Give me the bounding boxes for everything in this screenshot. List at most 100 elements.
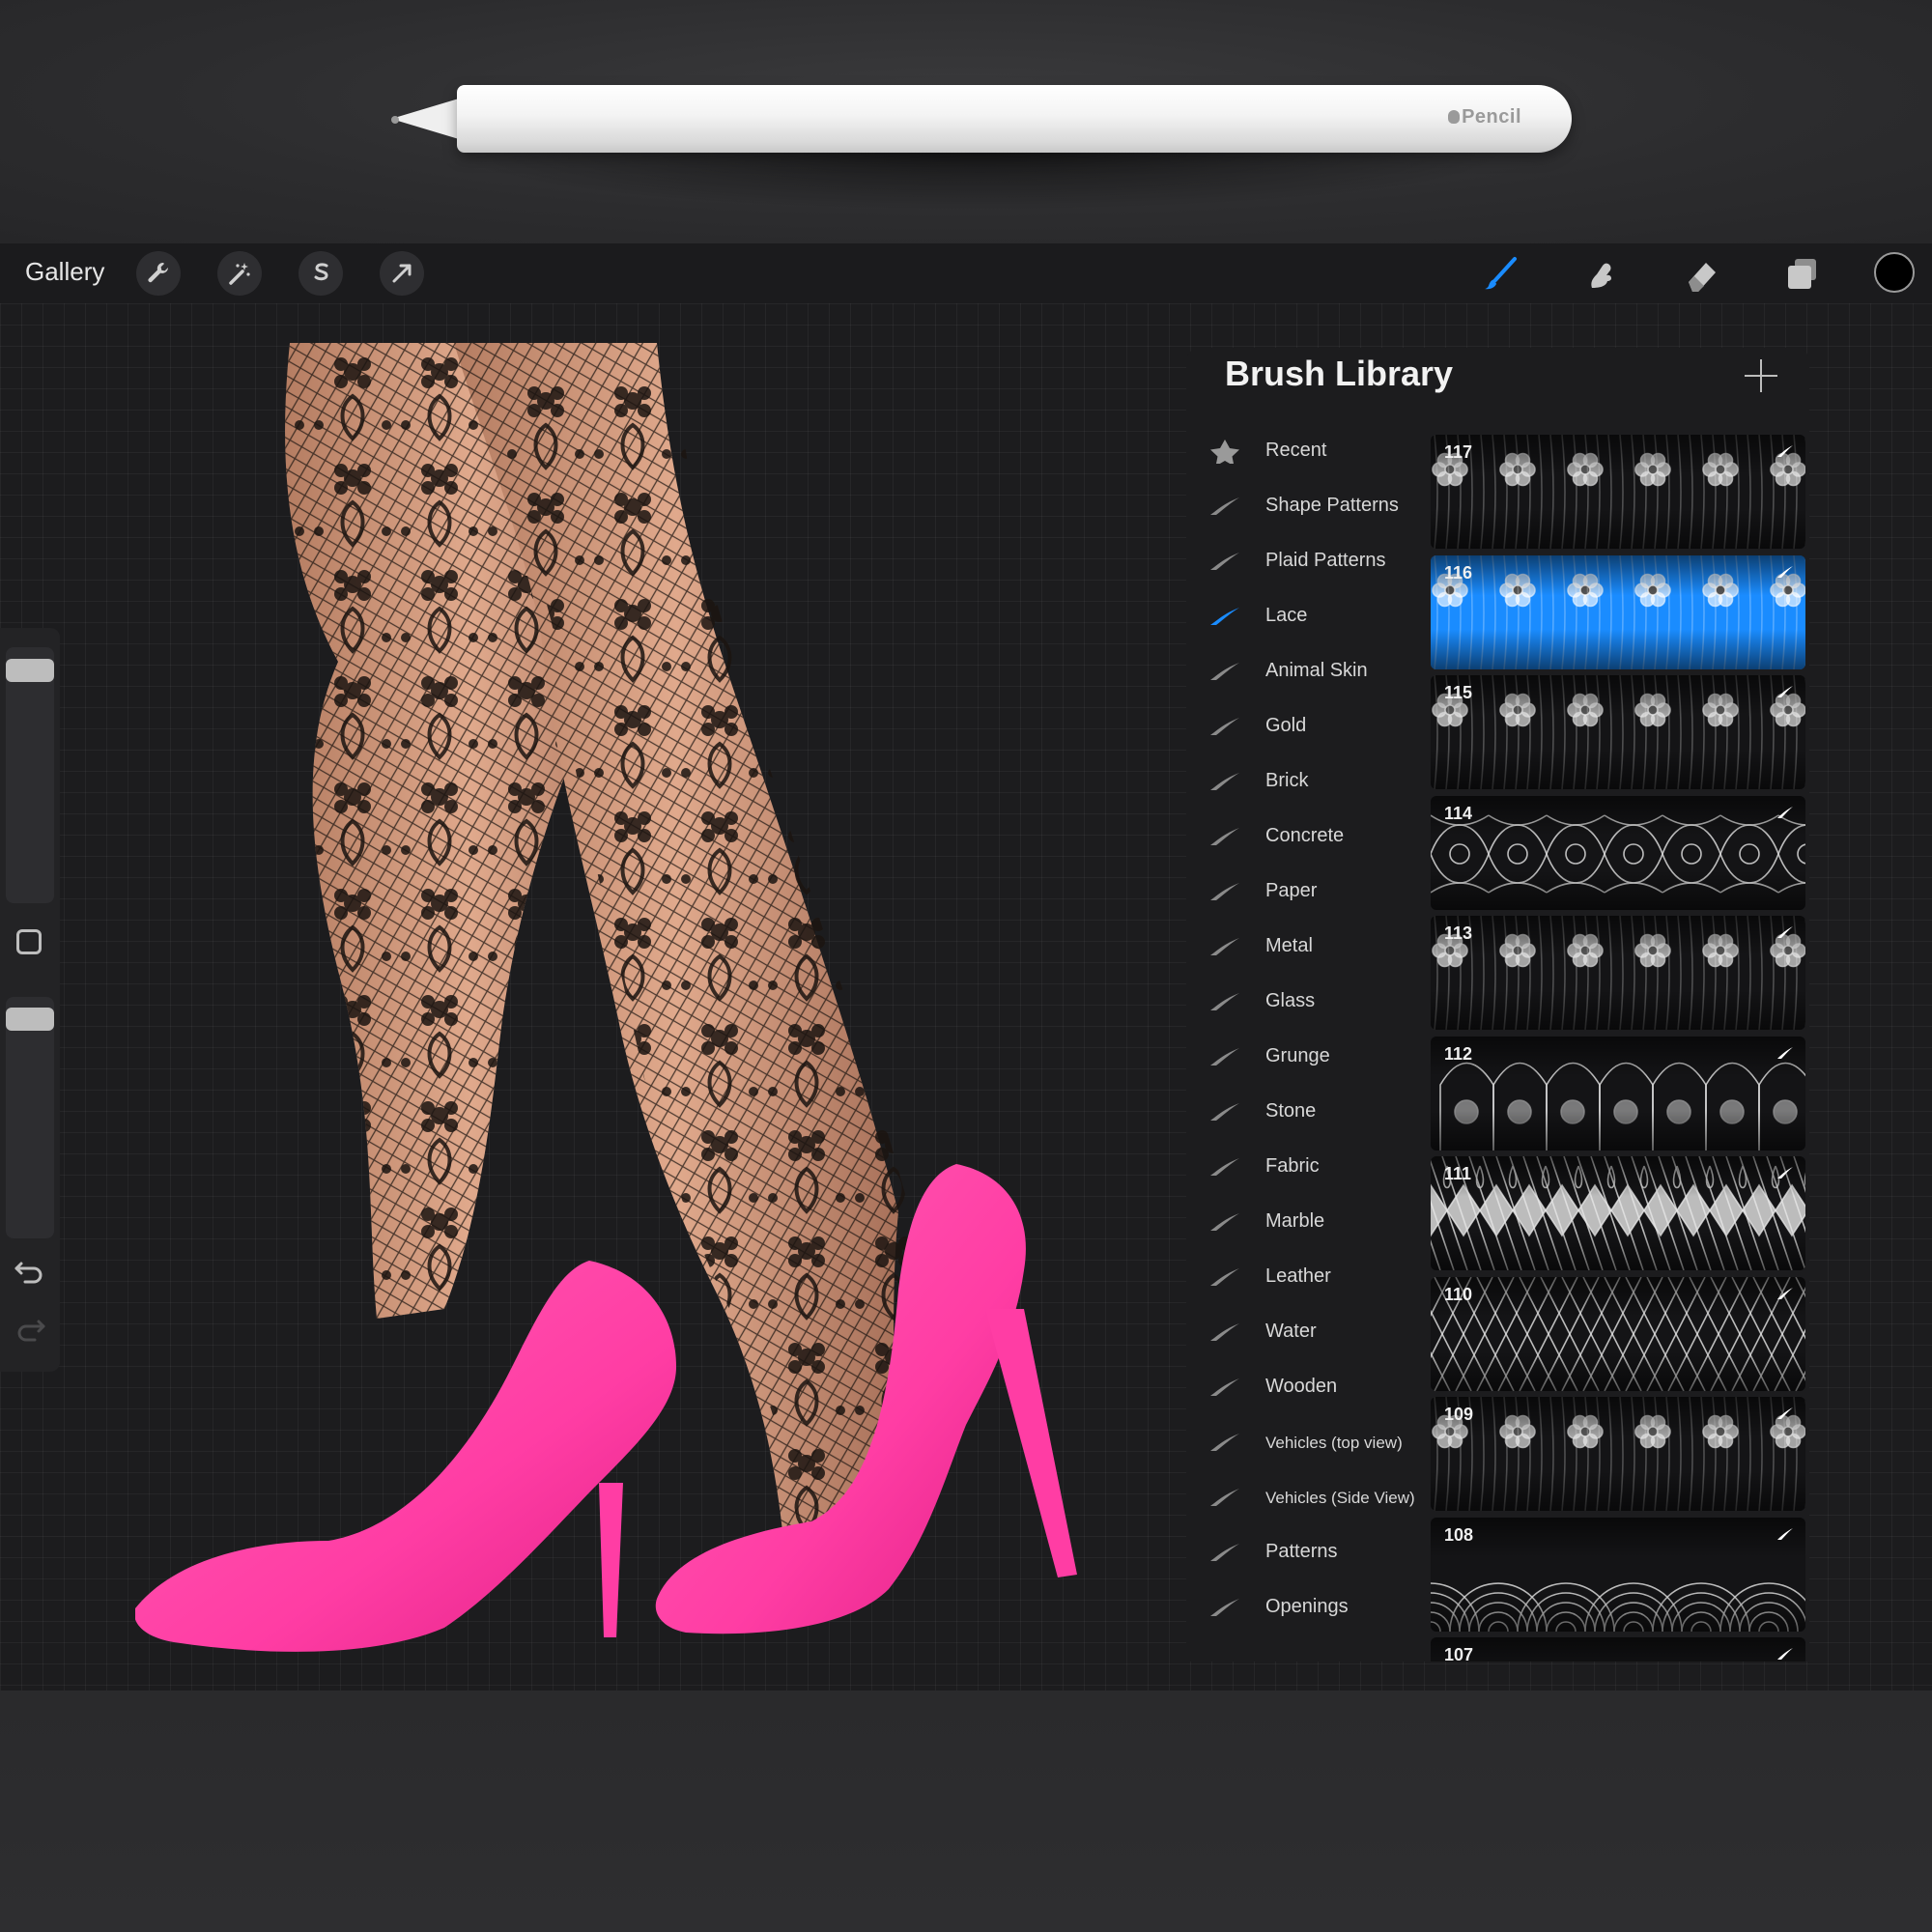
- left-sidebar: [0, 628, 60, 1372]
- pencil-shadow: [449, 153, 1512, 211]
- brush-stroke-icon: [1210, 1323, 1239, 1341]
- brush-number: 107: [1444, 1645, 1474, 1662]
- brush-stroke-icon: [1210, 497, 1239, 515]
- brush-category-label: Concrete: [1265, 825, 1345, 846]
- selection-button[interactable]: [298, 251, 343, 296]
- brush-category-label: Fabric: [1265, 1155, 1320, 1177]
- pencil-brand-text: Pencil: [1462, 106, 1521, 128]
- brush-stroke-icon: [1210, 1434, 1239, 1451]
- eraser-tool-button[interactable]: [1679, 251, 1723, 296]
- brush-category-label: Brick: [1265, 770, 1309, 791]
- brush-stroke-icon: [1210, 1378, 1239, 1396]
- brush-category-label: Glass: [1265, 990, 1316, 1011]
- brush-category-item[interactable]: Grunge: [1208, 1033, 1430, 1083]
- brush-stroke-icon: [1777, 445, 1793, 457]
- brush-item[interactable]: 117: [1431, 435, 1805, 549]
- brush-number: 110: [1444, 1284, 1473, 1304]
- actions-button[interactable]: [136, 251, 181, 296]
- brush-stroke-icon: [1210, 1544, 1239, 1561]
- brush-stroke-icon: [1210, 1599, 1239, 1616]
- brush-item[interactable]: 114: [1431, 795, 1805, 910]
- brush-category-label: Metal: [1265, 935, 1313, 956]
- brush-item[interactable]: 115: [1431, 675, 1805, 789]
- brush-stroke-icon: [1210, 993, 1239, 1010]
- brush-category-item[interactable]: Recent: [1208, 427, 1430, 477]
- brush-number: 111: [1444, 1164, 1472, 1183]
- apple-pencil: Pencil: [391, 85, 1572, 211]
- brush-category-item[interactable]: Vehicles (Side View): [1208, 1473, 1430, 1523]
- brush-category-label: Marble: [1265, 1210, 1325, 1232]
- brush-category-label: Stone: [1265, 1100, 1317, 1122]
- opacity-slider[interactable]: [6, 997, 54, 1238]
- brush-item[interactable]: 107: [1431, 1637, 1805, 1662]
- brush-number: 116: [1444, 562, 1473, 582]
- brush-category-label: Grunge: [1265, 1045, 1330, 1066]
- brush-tool-button[interactable]: [1478, 251, 1522, 296]
- brush-category-item[interactable]: Animal Skin: [1208, 647, 1430, 697]
- brush-preview-diamond-lace: [1431, 1156, 1805, 1270]
- brush-stroke-icon: [1777, 1167, 1793, 1179]
- brush-item[interactable]: 110: [1431, 1276, 1805, 1391]
- brush-category-item[interactable]: Stone: [1208, 1088, 1430, 1138]
- brush-preview-floral-lace: [1431, 675, 1805, 789]
- add-brush-set-button[interactable]: [1745, 359, 1777, 392]
- brush-category-item[interactable]: Lace: [1208, 592, 1430, 642]
- brush-category-item[interactable]: Plaid Patterns: [1208, 537, 1430, 587]
- brush-stroke-icon: [1777, 1648, 1793, 1660]
- brush-size-thumb[interactable]: [6, 659, 54, 683]
- brush-category-label: Shape Patterns: [1265, 495, 1399, 516]
- brush-category-item[interactable]: Fabric: [1208, 1143, 1430, 1193]
- brush-category-label: Lace: [1265, 605, 1308, 626]
- pencil-body: Pencil: [457, 85, 1572, 153]
- brush-icon: [1485, 257, 1517, 290]
- smudge-tool-button[interactable]: [1578, 251, 1623, 296]
- brush-item[interactable]: 109: [1431, 1397, 1805, 1511]
- brush-category-label: Water: [1265, 1321, 1317, 1342]
- modify-button[interactable]: [16, 929, 42, 954]
- brush-category-item[interactable]: Gold: [1208, 702, 1430, 753]
- brush-item[interactable]: 113: [1431, 916, 1805, 1030]
- brush-category-item[interactable]: Water: [1208, 1308, 1430, 1358]
- layers-button[interactable]: [1779, 251, 1824, 296]
- brush-category-item[interactable]: Paper: [1208, 867, 1430, 918]
- background-bottom: [0, 1690, 1932, 1932]
- brush-stroke-icon: [1210, 1213, 1239, 1231]
- opacity-thumb[interactable]: [6, 1008, 54, 1032]
- brush-category-item[interactable]: Patterns: [1208, 1528, 1430, 1578]
- redo-icon[interactable]: [14, 1316, 46, 1345]
- brush-category-item[interactable]: Shape Patterns: [1208, 482, 1430, 532]
- brush-preview-baroque-lace: [1431, 795, 1805, 910]
- adjustments-button[interactable]: [217, 251, 262, 296]
- brush-category-item[interactable]: Marble: [1208, 1198, 1430, 1248]
- brush-stroke-icon: [1210, 1268, 1239, 1286]
- brush-preview-scallop-lace: [1431, 1517, 1805, 1632]
- layers-icon: [1788, 259, 1816, 289]
- brush-stroke-icon: [1777, 686, 1793, 697]
- brush-category-item[interactable]: Openings: [1208, 1583, 1430, 1634]
- brush-item[interactable]: 111: [1431, 1156, 1805, 1270]
- brush-category-label: Leather: [1265, 1265, 1331, 1287]
- brush-category-item[interactable]: Metal: [1208, 923, 1430, 973]
- brush-stroke-icon: [1210, 938, 1239, 955]
- magic-wand-icon: [229, 263, 250, 285]
- brush-category-item[interactable]: Wooden: [1208, 1363, 1430, 1413]
- brush-stroke-icon: [1210, 1103, 1239, 1121]
- brush-item[interactable]: 108: [1431, 1517, 1805, 1632]
- brush-number: 115: [1444, 683, 1473, 702]
- color-picker-button[interactable]: [1874, 252, 1915, 293]
- brush-stroke-icon: [1777, 1407, 1793, 1419]
- brush-stroke-icon: [1210, 1489, 1239, 1506]
- brush-category-item[interactable]: Vehicles (top view): [1208, 1418, 1430, 1468]
- transform-button[interactable]: [380, 251, 424, 296]
- star-icon: [1210, 440, 1239, 464]
- brush-category-item[interactable]: Glass: [1208, 978, 1430, 1028]
- brush-preview-floral-lace: [1431, 554, 1805, 669]
- brush-item[interactable]: 116: [1431, 554, 1805, 669]
- brush-category-item[interactable]: Concrete: [1208, 812, 1430, 863]
- brush-category-item[interactable]: Leather: [1208, 1253, 1430, 1303]
- brush-item[interactable]: 112: [1431, 1036, 1805, 1151]
- brush-size-slider[interactable]: [6, 647, 54, 903]
- brush-category-item[interactable]: Brick: [1208, 757, 1430, 808]
- undo-icon[interactable]: [14, 1258, 46, 1287]
- gallery-button[interactable]: Gallery: [25, 257, 104, 287]
